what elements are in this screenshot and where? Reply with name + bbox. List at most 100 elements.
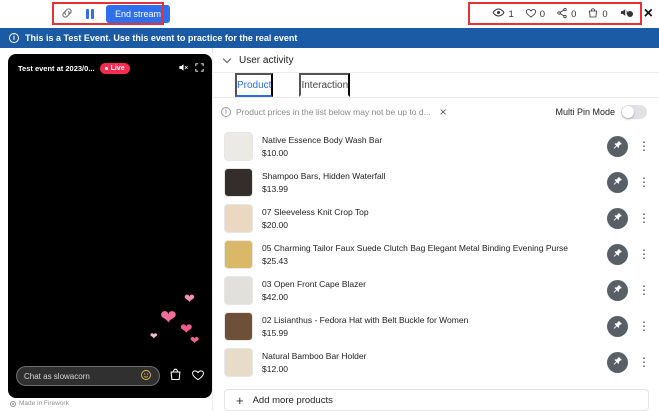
notice-row: i Product prices in the list below may n… [213, 98, 659, 126]
top-toolbar: End stream 1 0 0 0 [0, 0, 659, 28]
heart-outline-icon [191, 368, 205, 385]
like-count-stat: 0 [525, 7, 545, 22]
pin-icon [612, 283, 623, 298]
end-stream-button[interactable]: End stream [106, 5, 170, 23]
pin-product-button[interactable] [607, 136, 628, 157]
multi-pin-control: Multi Pin Mode [555, 105, 647, 119]
heart-reaction-icon: ❤ [184, 292, 195, 305]
pin-product-button[interactable] [607, 316, 628, 337]
pause-icon [86, 9, 94, 19]
pin-icon [612, 355, 623, 370]
product-menu-icon[interactable]: ⋮ [637, 139, 651, 153]
heart-reaction-icon: ❤ [180, 322, 193, 337]
copy-link-button[interactable] [60, 6, 74, 23]
product-price: $42.00 [262, 292, 598, 302]
product-info: 07 Sleeveless Knit Crop Top $20.00 [262, 207, 598, 230]
eye-icon [492, 6, 505, 22]
tab-product[interactable]: Product [235, 73, 273, 97]
price-notice: i Product prices in the list below may n… [221, 106, 447, 118]
product-row: 03 Open Front Cape Blazer $42.00 ⋮ [224, 272, 651, 308]
product-thumbnail [224, 240, 253, 269]
product-row: 07 Sleeveless Knit Crop Top $20.00 ⋮ [224, 200, 651, 236]
product-menu-icon[interactable]: ⋮ [637, 355, 651, 369]
cart-count: 0 [602, 9, 607, 20]
product-row: Native Essence Body Wash Bar $10.00 ⋮ [224, 128, 651, 164]
mute-button[interactable] [178, 61, 189, 76]
product-price: $10.00 [262, 148, 598, 158]
watermark-text: Made in Firework [19, 400, 69, 407]
pin-product-button[interactable] [607, 244, 628, 265]
product-thumbnail [224, 312, 253, 341]
like-count: 0 [540, 9, 545, 20]
dismiss-notice-icon[interactable]: × [440, 106, 447, 118]
audio-indicator-dot [627, 11, 633, 17]
product-menu-icon[interactable]: ⋮ [637, 283, 651, 297]
product-row: Shampoo Bars, Hidden Waterfall $13.99 ⋮ [224, 164, 651, 200]
product-name: 07 Sleeveless Knit Crop Top [262, 207, 598, 217]
product-info: Native Essence Body Wash Bar $10.00 [262, 135, 598, 158]
floating-hearts: ❤ ❤ ❤ ❤ ❤ [144, 282, 206, 354]
pin-product-button[interactable] [607, 352, 628, 373]
multi-pin-label: Multi Pin Mode [555, 107, 615, 117]
product-info: Shampoo Bars, Hidden Waterfall $13.99 [262, 171, 598, 194]
pin-icon [612, 175, 623, 190]
fullscreen-button[interactable] [194, 61, 205, 76]
test-event-banner: i This is a Test Event. Use this event t… [0, 28, 659, 48]
product-menu-icon[interactable]: ⋮ [637, 247, 651, 261]
stream-controls: End stream [60, 0, 170, 28]
pause-stream-button[interactable] [86, 9, 94, 19]
notice-text: Product prices in the list below may not… [236, 107, 431, 117]
tab-interaction[interactable]: Interaction [299, 73, 350, 97]
product-info: Natural Bamboo Bar Holder $12.00 [262, 351, 598, 374]
product-price: $15.99 [262, 328, 598, 338]
chat-input[interactable] [24, 372, 136, 381]
product-menu-icon[interactable]: ⋮ [637, 175, 651, 189]
player-shop-button[interactable] [168, 367, 183, 385]
heart-reaction-icon: ❤ [190, 336, 199, 347]
share-icon [556, 7, 568, 22]
panel-title: User activity [239, 55, 293, 66]
pin-product-button[interactable] [607, 280, 628, 301]
product-info: 03 Open Front Cape Blazer $42.00 [262, 279, 598, 302]
product-thumbnail [224, 348, 253, 377]
add-more-products-button[interactable]: + Add more products [224, 389, 649, 411]
product-price: $20.00 [262, 220, 598, 230]
product-info: 02 Lisianthus - Fedora Hat with Belt Buc… [262, 315, 598, 338]
pin-icon [612, 211, 623, 226]
product-menu-icon[interactable]: ⋮ [637, 211, 651, 225]
pin-product-button[interactable] [607, 208, 628, 229]
audio-toggle-button[interactable] [619, 6, 633, 22]
user-activity-header[interactable]: User activity [213, 48, 659, 73]
player-like-button[interactable] [191, 368, 205, 385]
chevron-down-icon [223, 54, 231, 62]
product-name: 02 Lisianthus - Fedora Hat with Belt Buc… [262, 315, 598, 325]
emoji-button[interactable] [140, 369, 152, 384]
expand-icon [194, 61, 205, 76]
product-price: $13.99 [262, 184, 598, 194]
product-price: $12.00 [262, 364, 598, 374]
shopping-bag-icon [168, 367, 183, 385]
pin-product-button[interactable] [607, 172, 628, 193]
player-header: Test event at 2023/0... Live [18, 61, 205, 76]
main-area: Test event at 2023/0... Live ❤ ❤ ❤ ❤ [0, 48, 659, 411]
stream-title: Test event at 2023/0... [18, 64, 95, 73]
panel-tabs: Product Interaction [213, 73, 659, 98]
close-icon[interactable]: × [644, 6, 653, 22]
product-row: Natural Bamboo Bar Holder $12.00 ⋮ [224, 344, 651, 380]
chat-input-pill[interactable] [16, 366, 160, 386]
product-name: Native Essence Body Wash Bar [262, 135, 598, 145]
product-row: 02 Lisianthus - Fedora Hat with Belt Buc… [224, 308, 651, 344]
product-name: Natural Bamboo Bar Holder [262, 351, 598, 361]
video-player: Test event at 2023/0... Live ❤ ❤ ❤ ❤ [8, 54, 212, 398]
viewer-count: 1 [508, 9, 513, 20]
add-more-label: Add more products [253, 395, 333, 406]
multi-pin-toggle[interactable] [621, 105, 647, 119]
product-name: 05 Charming Tailor Faux Suede Clutch Bag… [262, 243, 598, 253]
product-menu-icon[interactable]: ⋮ [637, 319, 651, 333]
pin-icon [612, 319, 623, 334]
product-thumbnail [224, 168, 253, 197]
firework-watermark: Made in Firework [10, 400, 69, 407]
banner-text: This is a Test Event. Use this event to … [25, 33, 297, 43]
heart-reaction-icon: ❤ [160, 308, 177, 328]
product-info: 05 Charming Tailor Faux Suede Clutch Bag… [262, 243, 598, 266]
